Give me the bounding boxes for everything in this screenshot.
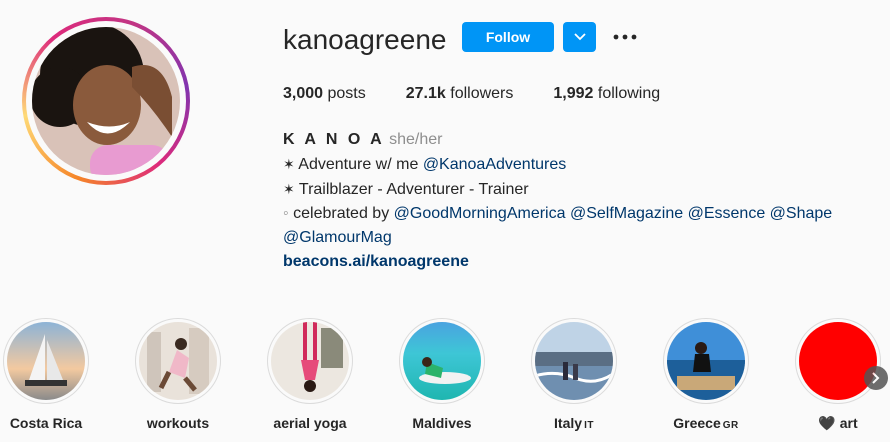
chevron-down-icon: [573, 33, 586, 41]
avatar-inner: [26, 21, 186, 181]
mention-link[interactable]: @Essence: [688, 205, 766, 222]
bio-line-1: ✶ Adventure w/ me @KanoaAdventures: [283, 152, 843, 177]
profile-bio: K A N O A she/her ✶ Adventure w/ me @Kan…: [283, 128, 843, 274]
following-count: 1,992: [553, 85, 594, 102]
profile-avatar[interactable]: [32, 27, 180, 175]
highlight-label: Costa Rica: [9, 415, 83, 431]
following-label: following: [597, 85, 661, 102]
black-heart-icon: 🖤: [818, 415, 836, 431]
highlight-label: 🖤 art: [794, 415, 882, 432]
highlight-ring: [663, 318, 749, 404]
profile-avatar-ring[interactable]: [22, 17, 190, 185]
highlight-label-text: Greece: [673, 415, 721, 431]
followers-label: followers: [450, 85, 514, 102]
pronouns: she/her: [389, 131, 443, 148]
followers-stat[interactable]: 27.1k followers: [406, 85, 514, 103]
bio-website-link[interactable]: beacons.ai/kanoagreene: [283, 253, 469, 270]
highlight-italy[interactable]: Italy IT: [530, 318, 618, 431]
highlight-label: Greece GR: [662, 415, 750, 431]
display-name: K A N O A: [283, 131, 385, 148]
mention-link[interactable]: @SelfMagazine: [570, 205, 683, 222]
highlight-label: workouts: [146, 415, 210, 431]
highlight-label: Italy IT: [530, 415, 618, 431]
posts-label: posts: [327, 85, 366, 102]
chevron-right-icon: [872, 372, 880, 384]
suggested-accounts-dropdown-button[interactable]: [563, 22, 596, 52]
highlights-next-button[interactable]: [864, 366, 888, 390]
highlight-label: aerial yoga: [273, 415, 347, 431]
posts-count: 3,000: [283, 85, 324, 102]
flag-it-icon: IT: [584, 420, 594, 431]
highlight-ring: [3, 318, 89, 404]
mention-link[interactable]: @Shape: [770, 205, 833, 222]
bio-line-3-text: celebrated by: [293, 205, 390, 222]
red-circle-icon: [799, 322, 877, 400]
beach-photo-icon: [535, 322, 613, 400]
highlight-maldives[interactable]: Maldives: [398, 318, 486, 431]
more-options-button[interactable]: [611, 24, 639, 50]
followers-count: 27.1k: [405, 85, 446, 102]
highlight-ring: [531, 318, 617, 404]
highlight-aerial-yoga[interactable]: aerial yoga: [266, 318, 354, 431]
bio-line-3: ◦ celebrated by @GoodMorningAmerica @Sel…: [283, 202, 843, 250]
highlight-costa-rica[interactable]: Costa Rica: [2, 318, 90, 431]
flag-gr-icon: GR: [722, 420, 739, 431]
bio-name-line: K A N O A she/her: [283, 128, 843, 152]
highlight-label-text: art: [839, 415, 858, 431]
follow-button[interactable]: Follow: [462, 22, 554, 52]
mention-link[interactable]: @GoodMorningAmerica: [394, 205, 566, 222]
bio-line-2-text: Trailblazer - Adventurer - Trainer: [298, 181, 529, 198]
highlight-ring: [399, 318, 485, 404]
posts-stat: 3,000 posts: [283, 85, 366, 103]
profile-username: kanoagreene: [283, 24, 447, 55]
boat-photo-icon: [667, 322, 745, 400]
more-dots-icon: [613, 34, 637, 40]
bio-line-2: ✶ Trailblazer - Adventurer - Trainer: [283, 177, 843, 202]
star-icon: ✶: [283, 181, 295, 197]
following-stat[interactable]: 1,992 following: [553, 85, 660, 103]
bio-link-line: beacons.ai/kanoagreene: [283, 250, 843, 274]
mention-link[interactable]: @GlamourMag: [283, 229, 392, 246]
highlight-ring: [267, 318, 353, 404]
workout-photo-icon: [139, 322, 217, 400]
highlight-ring: [135, 318, 221, 404]
aerial-yoga-photo-icon: [271, 322, 349, 400]
highlight-workouts[interactable]: workouts: [134, 318, 222, 431]
ocean-photo-icon: [403, 322, 481, 400]
sailboat-photo-icon: [7, 322, 85, 400]
highlight-label: Maldives: [412, 415, 472, 431]
highlight-label-text: Italy: [554, 415, 583, 431]
highlight-greece[interactable]: Greece GR: [662, 318, 750, 431]
star-icon: ✶: [283, 156, 295, 172]
bio-line-1-text: Adventure w/ me: [298, 156, 419, 173]
mention-link[interactable]: @KanoaAdventures: [423, 156, 566, 173]
highlight-ring: [795, 318, 881, 404]
bullet-icon: ◦: [283, 205, 289, 222]
profile-stats: 3,000 posts 27.1k followers 1,992 follow…: [283, 85, 700, 103]
